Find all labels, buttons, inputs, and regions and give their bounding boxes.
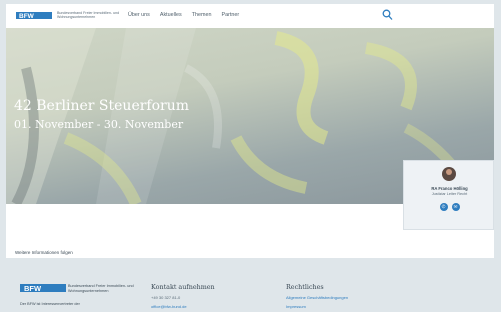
svg-text:BFW: BFW [19, 13, 35, 20]
footer-contact-title: Kontakt aufnehmen [151, 283, 215, 291]
content-aside-bottom [403, 230, 494, 258]
site-footer: BFW Bundesverband Freier Immobilien- und… [6, 258, 494, 312]
info-text: Weitere Informationen folgen [15, 250, 73, 255]
contact-name: RA Franco Hölling [431, 186, 468, 191]
phone-icon[interactable]: ✆ [439, 203, 448, 211]
nav-item-partner[interactable]: Partner [222, 12, 240, 18]
event-title: 42 Berliner Steuerforum [14, 98, 190, 114]
footer-bfw-logo[interactable]: BFW [20, 282, 66, 294]
bfw-logo[interactable]: BFW [16, 10, 52, 21]
svg-text:BFW: BFW [24, 284, 42, 293]
contact-person-card: RA Franco Hölling Justiziar Leiter Recht… [403, 160, 494, 230]
footer-link-agb[interactable]: Allgemeine Geschäftsbedingungen [286, 295, 348, 300]
footer-description: Der BFW ist Interessenvertreter der [20, 302, 80, 306]
footer-legal-title: Rechtliches [286, 283, 324, 291]
contact-actions: ✆ ✉ [404, 203, 495, 211]
event-dates: 01. November - 30. November [14, 118, 184, 131]
mail-icon[interactable]: ✉ [451, 203, 460, 211]
site-header: BFW Bundesverband Freier Immobilien- und… [6, 4, 494, 28]
logo-tagline: Bundesverband Freier Immobilien- und Woh… [57, 11, 120, 19]
browser-page: BFW Bundesverband Freier Immobilien- und… [0, 0, 501, 312]
nav-item-ueber-uns[interactable]: Über uns [128, 12, 150, 18]
footer-link-impressum[interactable]: Impressum [286, 304, 306, 309]
nav-item-aktuelles[interactable]: Aktuelles [160, 12, 182, 18]
avatar [442, 167, 456, 181]
footer-phone: +49 30 327 81-0 [151, 295, 181, 300]
contact-role: Justiziar Leiter Recht [431, 192, 468, 196]
footer-email-link[interactable]: office@bfw-bund.de [151, 304, 187, 309]
search-icon[interactable] [382, 9, 393, 21]
main-nav: Über uns Aktuelles Themen Partner [128, 12, 239, 18]
main-content: Weitere Informationen folgen [6, 204, 403, 258]
nav-item-themen[interactable]: Themen [192, 12, 212, 18]
footer-logo-tagline: Bundesverband Freier Immobilien- und Woh… [68, 284, 134, 293]
